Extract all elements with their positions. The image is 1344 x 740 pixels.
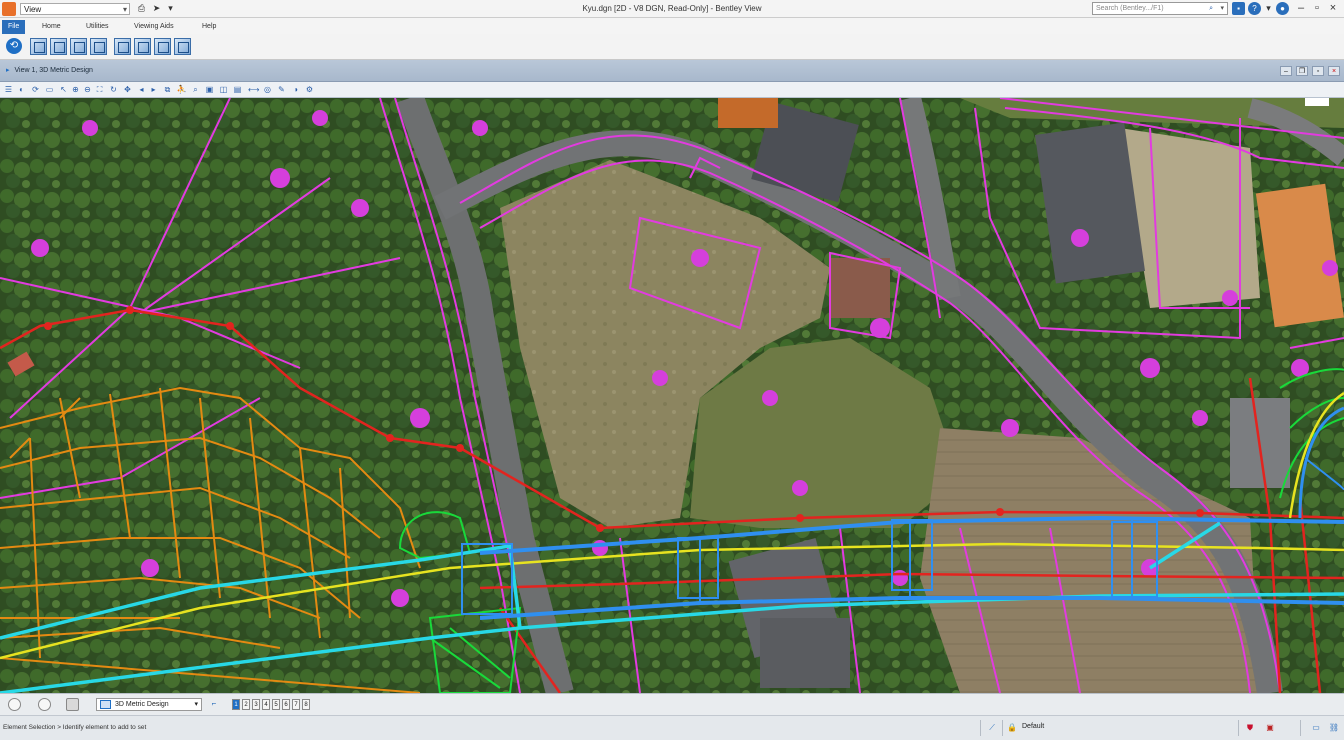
tab-file[interactable]: File — [2, 20, 26, 34]
rotate-view-icon[interactable]: ↻ — [108, 84, 119, 95]
close-icon[interactable]: × — [1326, 1, 1340, 16]
folder-icon[interactable] — [66, 698, 79, 711]
monitor-icon[interactable]: ▭ — [1310, 722, 1322, 734]
status-toolbar: 3D Metric Design ▾ ⌐ 1 2 3 4 5 6 7 8 — [0, 693, 1344, 715]
view-button-8[interactable]: 8 — [302, 699, 310, 710]
view-close-icon[interactable]: × — [1328, 66, 1340, 76]
walk-icon[interactable]: ⛹ — [176, 84, 187, 95]
pointer-icon[interactable]: ↖ — [58, 84, 69, 95]
title-bar: View ▾ ⎙ ➤ ▾ Kyu.dgn [2D - V8 DGN, Read-… — [0, 0, 1344, 18]
view-button-5[interactable]: 5 — [272, 699, 280, 710]
render-icon[interactable]: ◑ — [290, 84, 301, 95]
view-title: ▸ View 1, 3D Metric Design — [6, 66, 93, 74]
minimize-icon[interactable]: – — [1294, 1, 1308, 16]
display-style-icon[interactable]: ◐ — [16, 84, 27, 95]
zoom-out-icon[interactable]: ⊖ — [82, 84, 93, 95]
fit-view-icon[interactable]: ⛶ — [94, 84, 105, 95]
view-settings-icon[interactable]: ⚙ — [304, 84, 315, 95]
search-input[interactable]: Search (Bentley.../F1) ⌕ ▾ — [1092, 2, 1228, 15]
view-back-icon[interactable] — [134, 38, 151, 55]
tab-viewing-aids[interactable]: Viewing Aids — [128, 20, 180, 34]
ribbon-panel: ⟲ — [0, 34, 1344, 60]
help-menu-icon[interactable]: ▾ — [1263, 3, 1274, 14]
tab-utilities[interactable]: Utilities — [80, 20, 115, 34]
camera-icon[interactable]: ◫ — [218, 84, 229, 95]
clip-volume-icon[interactable]: ▣ — [204, 84, 215, 95]
view-marker — [1305, 98, 1329, 106]
search-icon[interactable]: ⌕ — [1209, 3, 1213, 15]
bentley-view-icon[interactable]: ⟲ — [6, 38, 22, 54]
aerial-drawing — [0, 98, 1344, 693]
status-bar: Element Selection > Identify element to … — [0, 715, 1344, 740]
view-restore-icon[interactable]: ❐ — [1296, 66, 1308, 76]
snap-icon[interactable]: ⟋ — [986, 722, 998, 734]
view-right-iso-icon[interactable] — [174, 38, 191, 55]
alert-icon[interactable]: ▣ — [1264, 722, 1276, 734]
building-roof-orange — [718, 98, 778, 128]
view-iso-icon[interactable] — [90, 38, 107, 55]
view-rotate-icon[interactable]: ⟳ — [30, 84, 41, 95]
fence-icon[interactable]: ⌐ — [208, 698, 220, 710]
view-title-text: View 1, 3D Metric Design — [14, 67, 93, 74]
saved-view-icon[interactable]: ◎ — [262, 84, 273, 95]
view-attributes-icon[interactable]: ☰ — [3, 84, 14, 95]
copy-view-icon[interactable]: ⧉ — [162, 84, 173, 95]
status-divider — [980, 720, 981, 736]
building-small — [830, 258, 890, 318]
shield-icon[interactable]: ⛊ — [1244, 722, 1256, 734]
view-button-7[interactable]: 7 — [292, 699, 300, 710]
network-icon[interactable]: ⛓ — [1328, 722, 1340, 734]
view-right-icon[interactable] — [70, 38, 87, 55]
section-icon[interactable]: ▤ — [232, 84, 243, 95]
ribbon-tabs: File Home Utilities Viewing Aids Help — [0, 18, 1344, 34]
back-icon[interactable] — [8, 698, 21, 711]
view-front-icon[interactable] — [50, 38, 67, 55]
window-area-icon[interactable]: ▭ — [44, 84, 55, 95]
view-left-icon[interactable] — [154, 38, 171, 55]
view-bottom-icon[interactable] — [114, 38, 131, 55]
active-level[interactable]: Default — [1022, 723, 1044, 730]
view-top-icon[interactable] — [30, 38, 47, 55]
lock-icon[interactable]: 🔒 — [1006, 722, 1018, 734]
active-model-value: 3D Metric Design — [115, 701, 169, 708]
tab-help[interactable]: Help — [196, 20, 222, 34]
help-icon[interactable]: ? — [1248, 2, 1261, 15]
view-button-2[interactable]: 2 — [242, 699, 250, 710]
view-maximize-icon[interactable]: ▫ — [1312, 66, 1324, 76]
status-divider — [1002, 720, 1003, 736]
next-view-icon[interactable]: ▸ — [148, 84, 159, 95]
markup-icon[interactable]: ✎ — [276, 84, 287, 95]
status-prompt: Element Selection > Identify element to … — [3, 724, 147, 731]
view-button-1[interactable]: 1 — [232, 699, 240, 710]
pan-view-icon[interactable]: ✥ — [122, 84, 133, 95]
view-button-3[interactable]: 3 — [252, 699, 260, 710]
forward-icon[interactable] — [38, 698, 51, 711]
search-view-icon[interactable]: ⌕ — [190, 84, 201, 95]
search-placeholder: Search (Bentley.../F1) — [1096, 5, 1164, 12]
view-button-4[interactable]: 4 — [262, 699, 270, 710]
building-south-2 — [760, 618, 850, 688]
previous-view-icon[interactable]: ◂ — [136, 84, 147, 95]
maximize-icon[interactable]: ▫ — [1310, 1, 1324, 16]
view-toolbar: ☰ ◐ ⟳ ▭ ↖ ⊕ ⊖ ⛶ ↻ ✥ ◂ ▸ ⧉ ⛹ ⌕ ▣ ◫ ▤ ⟷ ◎ … — [0, 82, 1344, 98]
user-icon[interactable]: ● — [1276, 2, 1289, 15]
status-divider — [1238, 720, 1239, 736]
view-window-header[interactable]: ▸ View 1, 3D Metric Design – ❐ ▫ × — [0, 60, 1344, 82]
connect-icon[interactable]: ▪ — [1232, 2, 1245, 15]
view-minimize-icon[interactable]: – — [1280, 66, 1292, 76]
view-window-icon: ▸ — [6, 67, 10, 74]
active-model-select[interactable]: 3D Metric Design ▾ — [96, 698, 202, 711]
chevron-down-icon: ▾ — [194, 701, 198, 708]
measure-icon[interactable]: ⟷ — [248, 84, 259, 95]
model-icon — [100, 700, 111, 709]
zoom-in-icon[interactable]: ⊕ — [70, 84, 81, 95]
design-viewport[interactable] — [0, 98, 1344, 693]
chevron-down-icon: ▾ — [1220, 5, 1224, 12]
status-divider — [1300, 720, 1301, 736]
tab-home[interactable]: Home — [36, 20, 67, 34]
view-button-6[interactable]: 6 — [282, 699, 290, 710]
